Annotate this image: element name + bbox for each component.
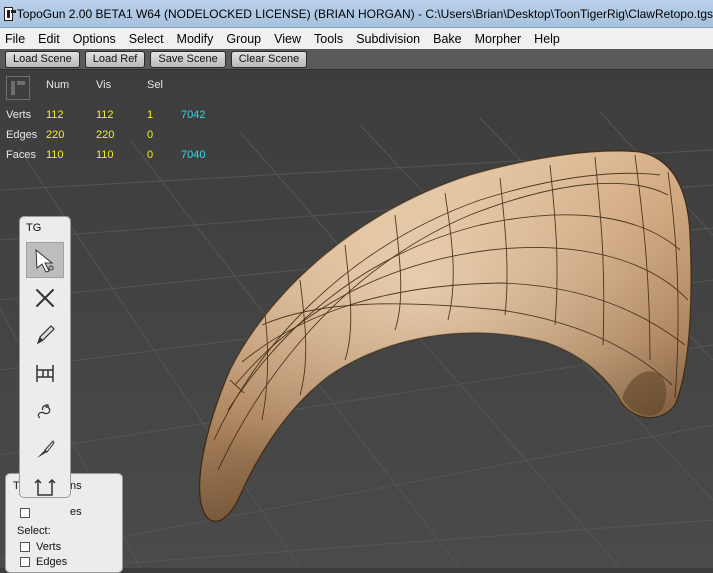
stats-verts-num: 112 [46, 109, 64, 121]
tubes-tool-button[interactable] [26, 469, 64, 505]
menu-morpher[interactable]: Morpher [469, 32, 529, 46]
brush-tool-button[interactable] [26, 393, 64, 429]
stats-faces-sel: 0 [147, 149, 154, 161]
stats-verts-sel: 1 [147, 109, 154, 121]
menu-bar: File Edit Options Select Modify Group Vi… [0, 28, 713, 49]
menu-bake[interactable]: Bake [427, 32, 469, 46]
option-checkbox[interactable] [20, 508, 30, 518]
menu-edit[interactable]: Edit [32, 32, 67, 46]
stats-label-edges: Edges [6, 129, 38, 141]
tool-panel-title: TG [26, 222, 42, 234]
scene-toolbar: Load Scene Load Ref Save Scene Clear Sce… [0, 49, 713, 70]
brush-icon [37, 404, 51, 419]
delete-x-icon [36, 289, 54, 307]
window-title: TopoGun 2.00 BETA1 W64 (NODELOCKED LICEN… [16, 6, 713, 21]
menu-modify[interactable]: Modify [171, 32, 221, 46]
stats-edges-num: 220 [46, 129, 65, 141]
draw-tool-button[interactable] [26, 317, 64, 353]
load-ref-button[interactable]: Load Ref [84, 50, 146, 68]
stats-label-faces: Faces [6, 149, 36, 161]
menu-file[interactable]: File [0, 32, 32, 46]
stats-header-num: Num [46, 79, 70, 91]
delete-tool-button[interactable] [26, 280, 64, 316]
menu-options[interactable]: Options [67, 32, 123, 46]
stats-header-vis: Vis [96, 79, 112, 91]
stats-faces-vis: 110 [96, 149, 114, 161]
select-tool-button[interactable] [26, 242, 64, 278]
select-label: Select: [17, 525, 51, 537]
stats-verts-ref: 7042 [181, 109, 206, 121]
menu-help[interactable]: Help [528, 32, 567, 46]
edges-checkbox-label: Edges [36, 556, 68, 568]
knife-tool-button[interactable] [26, 431, 64, 467]
stats-verts-vis: 112 [96, 109, 114, 121]
menu-select[interactable]: Select [123, 32, 171, 46]
stats-edges-sel: 0 [147, 129, 154, 141]
options-panel-title-end: ns [70, 480, 82, 492]
select-arrow-icon [35, 248, 54, 273]
topogun-logo-icon [6, 76, 30, 100]
stats-faces-ref: 7040 [181, 149, 206, 161]
tubes-icon [34, 478, 56, 496]
bridge-tool-button[interactable] [26, 355, 64, 391]
bridge-icon [36, 365, 54, 382]
load-scene-button[interactable]: Load Scene [5, 50, 80, 68]
menu-tools[interactable]: Tools [308, 32, 350, 46]
save-scene-button[interactable]: Save Scene [150, 50, 226, 68]
draw-pencil-icon [36, 325, 55, 345]
menu-view[interactable]: View [268, 32, 308, 46]
title-bar: TopoGun 2.00 BETA1 W64 (NODELOCKED LICEN… [0, 0, 713, 28]
clear-scene-button[interactable]: Clear Scene [230, 50, 308, 68]
stats-header-sel: Sel [147, 79, 163, 91]
tool-panel: TG [19, 216, 71, 498]
menu-subdivision[interactable]: Subdivision [350, 32, 427, 46]
option-checkbox-label: es [70, 506, 82, 518]
stats-edges-vis: 220 [96, 129, 115, 141]
knife-icon [37, 440, 55, 458]
stats-label-verts: Verts [6, 109, 32, 121]
verts-checkbox[interactable] [20, 542, 30, 552]
menu-group[interactable]: Group [220, 32, 268, 46]
verts-checkbox-label: Verts [36, 541, 62, 553]
edges-checkbox[interactable] [20, 557, 30, 567]
stats-faces-num: 110 [46, 149, 64, 161]
app-logo-icon [4, 6, 16, 21]
